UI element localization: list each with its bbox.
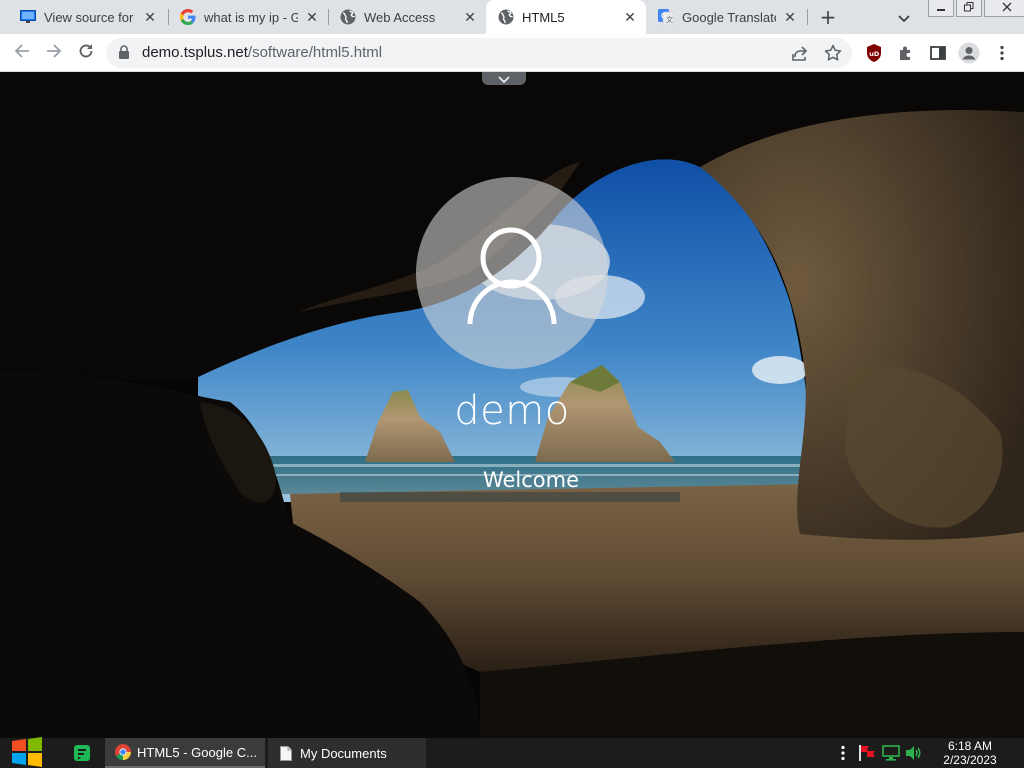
menu-kebab-icon[interactable] bbox=[991, 42, 1013, 64]
chrome-icon bbox=[115, 744, 131, 760]
google-icon bbox=[180, 9, 196, 25]
restore-icon bbox=[964, 1, 974, 15]
tab-html5[interactable]: HTML5 ✕ bbox=[486, 0, 646, 34]
lock-icon bbox=[118, 45, 130, 64]
tab-google-translate[interactable]: G文 Google Translate ✕ bbox=[646, 0, 806, 34]
share-icon[interactable] bbox=[790, 43, 810, 63]
chevron-down-icon bbox=[498, 72, 510, 88]
globe-icon bbox=[498, 9, 514, 25]
arrow-left-icon bbox=[14, 43, 30, 63]
close-icon bbox=[1002, 2, 1012, 15]
ublock-extension-icon[interactable]: uD bbox=[863, 42, 885, 64]
reload-button[interactable] bbox=[74, 41, 98, 65]
tab-view-source[interactable]: View source for ✕ bbox=[8, 0, 166, 34]
tab-close-button[interactable]: ✕ bbox=[622, 9, 638, 25]
taskbar-clock[interactable]: 6:18 AM 2/23/2023 bbox=[934, 739, 1006, 767]
new-tab-button[interactable]: + bbox=[816, 5, 840, 29]
chat-app-icon[interactable] bbox=[72, 743, 92, 763]
tab-title: Web Access bbox=[364, 9, 436, 25]
tab-strip: View source for ✕ what is my ip - G ✕ We… bbox=[0, 0, 1024, 34]
bookmark-star-icon[interactable] bbox=[823, 43, 843, 63]
screen: View source for ✕ what is my ip - G ✕ We… bbox=[0, 0, 1024, 768]
svg-text:uD: uD bbox=[869, 50, 880, 58]
profile-avatar-icon[interactable] bbox=[958, 42, 980, 64]
taskbar-item-label: HTML5 - Google C... bbox=[137, 744, 257, 760]
close-window-button[interactable] bbox=[984, 0, 1024, 17]
extensions-puzzle-icon[interactable] bbox=[895, 42, 917, 64]
toolbar-dropdown-handle[interactable] bbox=[482, 72, 526, 85]
clock-date: 2/23/2023 bbox=[943, 753, 997, 767]
restore-button[interactable] bbox=[956, 0, 982, 17]
user-avatar bbox=[416, 177, 608, 369]
tab-close-button[interactable]: ✕ bbox=[304, 9, 320, 25]
network-icon[interactable] bbox=[882, 744, 900, 762]
start-button[interactable] bbox=[10, 736, 44, 768]
globe-icon bbox=[340, 9, 356, 25]
tab-close-button[interactable]: ✕ bbox=[782, 9, 798, 25]
url-host: demo.tsplus.net bbox=[142, 44, 248, 61]
document-icon bbox=[278, 745, 294, 761]
windows-logo-icon bbox=[11, 736, 43, 768]
tab-web-access[interactable]: Web Access ✕ bbox=[328, 0, 486, 34]
monitor-icon bbox=[20, 9, 36, 25]
browser-toolbar: demo.tsplus.net/software/html5.html uD bbox=[0, 34, 1024, 72]
forward-button[interactable] bbox=[42, 41, 66, 65]
user-icon bbox=[467, 227, 557, 325]
tab-close-button[interactable]: ✕ bbox=[462, 9, 478, 25]
clock-time: 6:18 AM bbox=[947, 739, 993, 753]
action-center-flag-icon[interactable] bbox=[858, 744, 876, 762]
remote-desktop-view[interactable]: demo Welcome bbox=[0, 72, 1024, 738]
svg-text:文: 文 bbox=[666, 15, 673, 24]
taskbar-item-chrome[interactable]: HTML5 - Google C... bbox=[105, 738, 265, 768]
tab-close-button[interactable]: ✕ bbox=[142, 9, 158, 25]
address-bar[interactable]: demo.tsplus.net/software/html5.html bbox=[106, 38, 852, 68]
volume-icon[interactable] bbox=[905, 744, 923, 762]
window-controls bbox=[928, 0, 1024, 18]
tab-search-button[interactable] bbox=[893, 7, 915, 27]
tab-separator bbox=[807, 9, 808, 25]
tab-title: HTML5 bbox=[522, 9, 565, 25]
reload-icon bbox=[78, 43, 94, 63]
tab-title: Google Translate bbox=[682, 9, 776, 25]
translate-icon: G文 bbox=[658, 9, 674, 25]
minimize-button[interactable] bbox=[928, 0, 954, 17]
tab-title: what is my ip - G bbox=[204, 9, 298, 25]
taskbar: HTML5 - Google C... My Documents 6:18 AM… bbox=[0, 736, 1024, 768]
lock-screen-status: Welcome bbox=[482, 468, 580, 492]
arrow-right-icon bbox=[46, 43, 62, 63]
chevron-down-icon bbox=[898, 8, 910, 27]
side-panel-icon[interactable] bbox=[927, 42, 949, 64]
minimize-icon bbox=[936, 2, 946, 15]
tab-what-is-my-ip[interactable]: what is my ip - G ✕ bbox=[168, 0, 328, 34]
url-text: demo.tsplus.net/software/html5.html bbox=[142, 44, 382, 61]
back-button[interactable] bbox=[10, 41, 34, 65]
tab-title: View source for bbox=[44, 9, 134, 25]
taskbar-item-label: My Documents bbox=[300, 745, 387, 761]
lock-screen-username: demo bbox=[454, 388, 570, 434]
taskbar-item-my-documents[interactable]: My Documents bbox=[268, 738, 426, 768]
tray-overflow-icon[interactable] bbox=[834, 744, 852, 762]
url-path: /software/html5.html bbox=[247, 44, 383, 61]
